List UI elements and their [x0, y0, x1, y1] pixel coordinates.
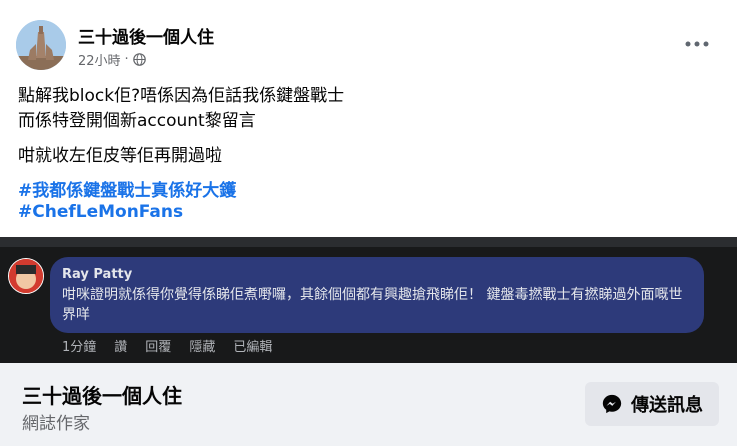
post-author[interactable]: 三十過後一個人住: [78, 23, 214, 48]
commenter-name: Ray Patty: [62, 267, 133, 282]
commenter-avatar-image: [9, 259, 43, 293]
send-message-label: 傳送訊息: [631, 395, 703, 416]
post-card: 三十過後一個人住 22小時 · 點解我block佢?唔係因為佢話我係鍵盤戰士 而…: [0, 0, 737, 446]
more-options-dots: [685, 41, 709, 47]
send-message-button[interactable]: 傳送訊息: [585, 382, 719, 426]
comment-like: 讚: [114, 340, 128, 355]
hashtag-link[interactable]: #ChefLeMonFans: [18, 202, 183, 222]
author-avatar[interactable]: [16, 20, 66, 70]
messenger-icon: [602, 394, 622, 414]
commenter-avatar: [8, 258, 44, 294]
comment-text: 咁咪證明就係得你覺得係睇佢煮嘢囉，其餘個個都有興趣搶飛睇佢！ 鍵盤毒撚戰士有撚睇…: [62, 287, 683, 323]
comment-edited: 已編輯: [233, 340, 273, 355]
footer-page-category: 網誌作家: [22, 414, 90, 434]
comment-reply: 回覆: [145, 340, 172, 355]
comment-actions: 1分鐘 讚 回覆 隱藏 已編輯: [62, 336, 272, 355]
globe-icon[interactable]: [132, 53, 146, 66]
more-options-icon[interactable]: [683, 34, 711, 54]
comment-time: 1分鐘: [62, 340, 97, 355]
screenshot-cropped-edge: [0, 237, 737, 247]
post-line: 而係特登開個新account黎留言: [18, 111, 256, 131]
avatar-image: [16, 20, 66, 70]
post-meta: 22小時 ·: [78, 50, 146, 69]
meta-separator: ·: [124, 52, 129, 67]
post-text: 點解我block佢?唔係因為佢話我係鍵盤戰士 而係特登開個新account黎留言…: [18, 84, 718, 169]
comment-bubble: Ray Patty 咁咪證明就係得你覺得係睇佢煮嘢囉，其餘個個都有興趣搶飛睇佢！…: [50, 257, 704, 333]
post-line: 點解我block佢?唔係因為佢話我係鍵盤戰士: [18, 86, 345, 106]
post-time[interactable]: 22小時: [78, 50, 121, 69]
hashtag-link[interactable]: #我都係鍵盤戰士真係好大鑊: [18, 176, 236, 201]
comment-screenshot: Ray Patty 咁咪證明就係得你覺得係睇佢煮嘢囉，其餘個個都有興趣搶飛睇佢！…: [0, 237, 737, 363]
page-footer: 三十過後一個人住 網誌作家 傳送訊息: [0, 363, 737, 446]
comment-hide: 隱藏: [189, 340, 216, 355]
post-line: 咁就收左佢皮等佢再開過啦: [18, 146, 222, 166]
post-header: 三十過後一個人住 22小時 ·: [16, 20, 721, 72]
footer-page-name[interactable]: 三十過後一個人住: [22, 380, 182, 409]
